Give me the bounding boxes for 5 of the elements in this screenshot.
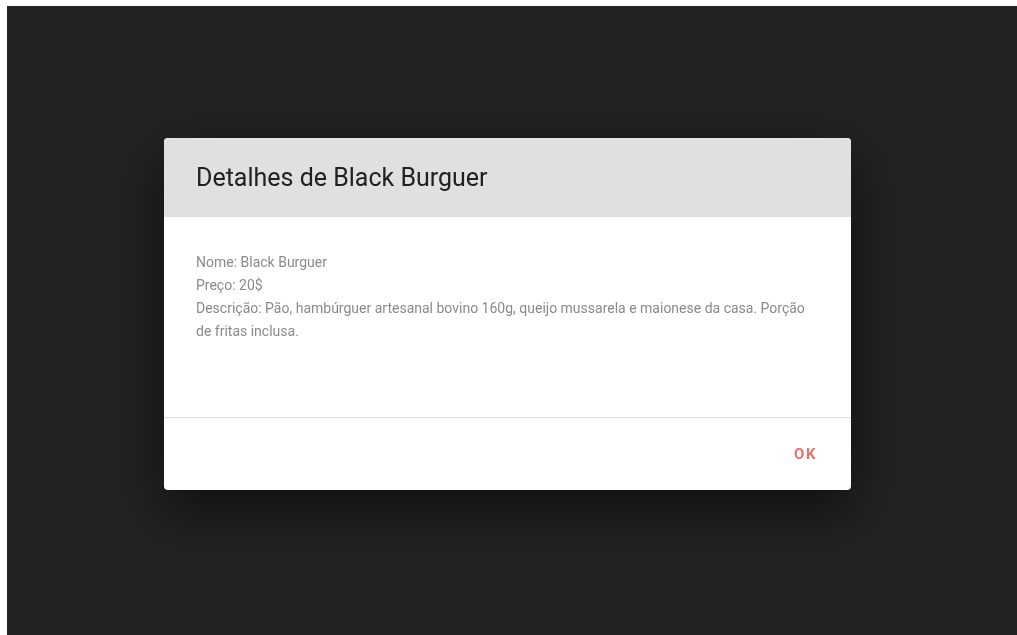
detail-text: Preço: 20$ xyxy=(196,276,264,295)
ok-button[interactable]: OK xyxy=(784,436,827,472)
detail-text: Nome: Black Burguer xyxy=(196,253,328,272)
detail-text: Descrição: Pão, hambúrguer artesanal bovino 160g, queijo mussarela e maionese da casa. Porção de fritas inclusa. xyxy=(196,299,806,341)
dialog-title: Detalhes de Black Burguer xyxy=(196,161,488,194)
